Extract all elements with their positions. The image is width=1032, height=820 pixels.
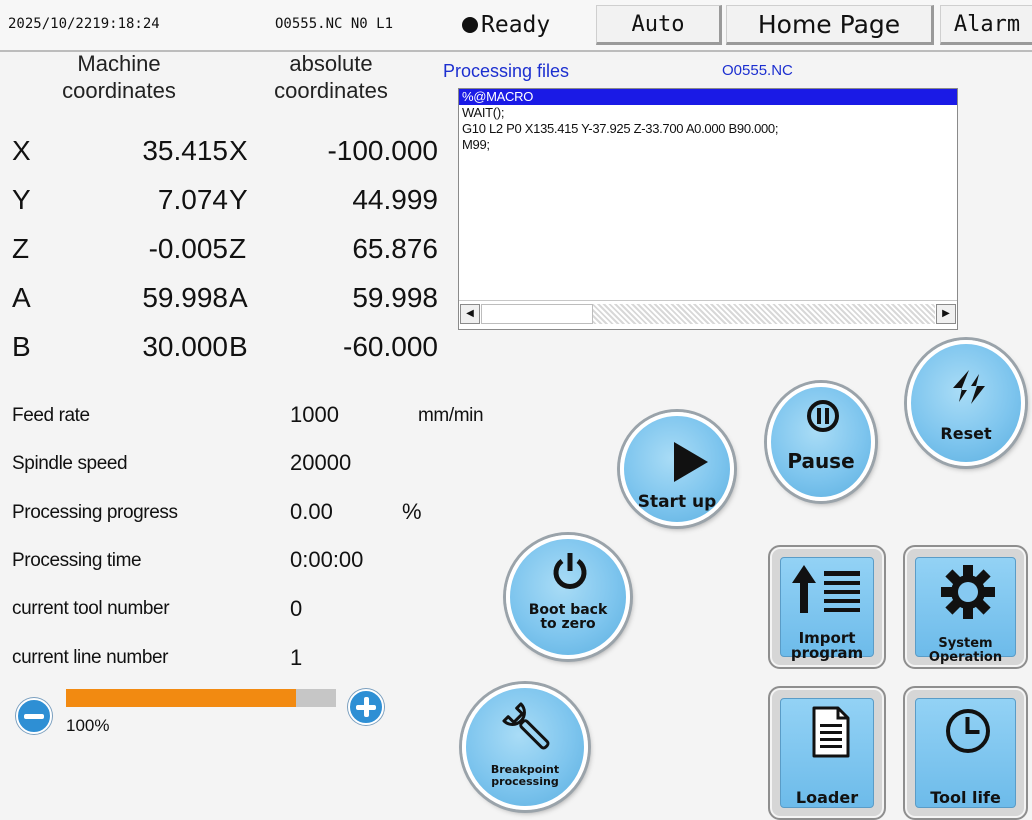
system-operation-button[interactable]: System Operation <box>903 545 1028 669</box>
home-page-button[interactable]: Home Page <box>726 5 934 45</box>
breakpoint-label: Breakpoint processing <box>466 764 584 788</box>
current-line-label: current line number <box>12 647 169 668</box>
current-tool-value: 0 <box>290 596 303 621</box>
start-up-button[interactable]: Start up <box>620 412 734 526</box>
absolute-coord-x: -100.000 <box>327 135 438 166</box>
breakpoint-label-line2: processing <box>491 775 559 788</box>
boot-back-label: Boot back to zero <box>510 603 626 631</box>
status-bar: 2025/10/2219:18:24 O0555.NC N0 L1 Ready … <box>0 0 1032 52</box>
absolute-coord-a: 59.998 <box>352 282 438 313</box>
program-line[interactable]: G10 L2 P0 X135.415 Y-37.925 Z-33.700 A0.… <box>459 121 957 137</box>
spindle-speed-value: 20000 <box>290 450 352 475</box>
override-bar-fill <box>66 689 296 707</box>
machine-header-line2: coordinates <box>62 78 176 103</box>
processing-progress-label: Processing progress <box>12 502 178 523</box>
machine-header-line1: Machine <box>77 51 161 76</box>
boot-back-label-line1: Boot back <box>528 602 608 618</box>
increase-override-icon[interactable] <box>348 689 384 725</box>
boot-back-label-line2: to zero <box>540 616 596 632</box>
processing-progress-value: 0.00 <box>290 499 333 524</box>
abs-axis-label-b: B <box>229 331 248 362</box>
current-tool-label: current tool number <box>12 598 170 619</box>
reset-button[interactable]: Reset <box>907 340 1025 466</box>
tool-life-label: Tool life <box>930 788 1001 807</box>
import-program-button[interactable]: Import program <box>768 545 886 669</box>
machine-coord-z: -0.005 <box>148 233 228 264</box>
program-line[interactable]: %@MACRO <box>459 89 957 105</box>
feed-rate-value: 1000 <box>290 402 339 427</box>
tool-life-button[interactable]: Tool life <box>903 686 1028 820</box>
machine-coordinates-header: Machine coordinates <box>45 50 193 104</box>
status-indicator: Ready <box>462 12 550 38</box>
reset-label: Reset <box>940 424 992 443</box>
clock-icon <box>946 709 990 753</box>
loader-button[interactable]: Loader <box>768 686 886 820</box>
document-icon <box>812 706 850 758</box>
absolute-coord-b: -60.000 <box>343 331 438 362</box>
import-upload-icon <box>792 565 860 613</box>
alarm-button[interactable]: Alarm <box>940 5 1032 45</box>
mode-button[interactable]: Auto <box>596 5 722 45</box>
feed-rate-unit: mm/min <box>418 405 484 426</box>
system-label-line2: Operation <box>928 650 1003 665</box>
pause-button[interactable]: Pause <box>767 383 875 501</box>
axis-label-b: B <box>12 331 31 362</box>
processing-time-value: 0:00:00 <box>290 547 364 572</box>
processing-time-label: Processing time <box>12 550 142 571</box>
abs-axis-label-x: X <box>229 135 248 166</box>
program-info: O0555.NC N0 L1 <box>275 16 394 32</box>
wrench-icon <box>502 702 550 750</box>
reset-arrows-icon <box>953 370 985 404</box>
absolute-header-line1: absolute <box>289 51 373 76</box>
start-up-label: Start up <box>637 492 717 512</box>
abs-axis-label-z: Z <box>229 233 247 264</box>
axis-label-z: Z <box>12 233 30 264</box>
program-line[interactable]: M99; <box>459 137 957 153</box>
gear-icon <box>941 565 995 619</box>
absolute-coordinates-header: absolute coordinates <box>252 50 410 104</box>
absolute-coord-z: 65.876 <box>352 233 438 264</box>
pause-icon <box>807 400 839 432</box>
abs-axis-label-y: Y <box>229 184 248 215</box>
axis-label-y: Y <box>12 184 31 215</box>
axis-label-a: A <box>12 282 31 313</box>
scroll-left-icon[interactable]: ◀ <box>460 304 480 324</box>
machine-coord-b: 30.000 <box>142 331 228 362</box>
horizontal-scrollbar[interactable]: ◀ ▶ <box>459 300 957 329</box>
import-label-line2: program <box>790 644 864 662</box>
play-icon <box>674 442 708 482</box>
machine-coord-x: 35.415 <box>142 135 228 166</box>
program-line[interactable]: WAIT(); <box>459 105 957 121</box>
override-percent: 100% <box>66 716 110 735</box>
feed-rate-label: Feed rate <box>12 405 90 426</box>
program-listing[interactable]: %@MACRO WAIT(); G10 L2 P0 X135.415 Y-37.… <box>458 88 958 330</box>
scroll-right-icon[interactable]: ▶ <box>936 304 956 324</box>
datetime: 2025/10/2219:18:24 <box>8 16 160 32</box>
spindle-speed-label: Spindle speed <box>12 453 128 474</box>
boot-back-to-zero-button[interactable]: Boot back to zero <box>506 535 630 659</box>
power-icon <box>553 553 587 589</box>
abs-axis-label-a: A <box>229 282 248 313</box>
status-dot-icon <box>462 17 478 33</box>
system-operation-label: System Operation <box>905 637 1026 665</box>
override-bar[interactable] <box>66 689 336 707</box>
decrease-override-icon[interactable] <box>16 698 52 734</box>
machine-coord-a: 59.998 <box>142 282 228 313</box>
loader-label: Loader <box>795 788 859 807</box>
scrollbar-thumb[interactable] <box>481 304 593 324</box>
status-text: Ready <box>481 12 551 38</box>
breakpoint-processing-button[interactable]: Breakpoint processing <box>462 684 588 810</box>
absolute-coord-y: 44.999 <box>352 184 438 215</box>
absolute-header-line2: coordinates <box>274 78 388 103</box>
axis-label-x: X <box>12 135 31 166</box>
pause-label: Pause <box>787 449 855 473</box>
current-line-value: 1 <box>290 645 303 670</box>
processing-progress-unit: % <box>402 499 422 524</box>
import-program-label: Import program <box>770 631 884 661</box>
files-title: Processing files <box>443 61 570 81</box>
system-label-line1: System <box>938 636 993 651</box>
machine-coord-y: 7.074 <box>157 184 228 215</box>
files-filename: O0555.NC <box>722 62 793 79</box>
